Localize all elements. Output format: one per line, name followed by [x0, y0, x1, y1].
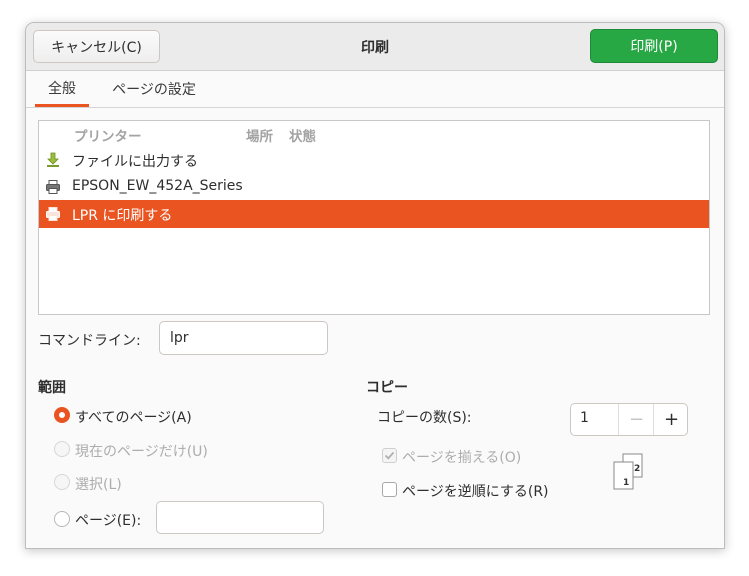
printer-icon	[45, 206, 61, 222]
copies-spinbutton[interactable]: 1 − +	[570, 403, 688, 436]
radio-all-pages[interactable]	[54, 407, 70, 423]
copies-increment-button[interactable]: +	[653, 404, 689, 435]
printer-name: LPR に印刷する	[72, 208, 173, 224]
reverse-checkbox[interactable]	[382, 482, 397, 497]
command-line-input[interactable]: lpr	[159, 321, 328, 355]
radio-pages[interactable]	[54, 511, 70, 527]
tab-general[interactable]: 全般	[35, 71, 89, 107]
header-bar: キャンセル(C) 印刷 印刷(P)	[26, 23, 724, 71]
radio-selection[interactable]	[54, 474, 70, 490]
radio-all-pages-label[interactable]: すべてのページ(A)	[75, 407, 192, 427]
collate-page-2: 2	[634, 464, 640, 474]
printer-row-lpr[interactable]: LPR に印刷する	[39, 200, 709, 228]
command-line-label: コマンドライン:	[38, 333, 141, 349]
radio-current-page-label[interactable]: 現在のページだけ(U)	[75, 441, 208, 461]
print-dialog: キャンセル(C) 印刷 印刷(P) 全般 ページの設定 プリンター 場所 状態	[25, 22, 725, 549]
radio-selection-label[interactable]: 選択(L)	[75, 474, 122, 494]
cancel-button[interactable]: キャンセル(C)	[33, 30, 160, 63]
tab-bar: 全般 ページの設定	[26, 71, 724, 108]
print-button[interactable]: 印刷(P)	[590, 29, 718, 63]
printer-name: ファイルに出力する	[72, 154, 198, 170]
copies-count-label: コピーの数(S):	[377, 410, 472, 426]
check-icon	[384, 451, 395, 460]
radio-pages-label[interactable]: ページ(E):	[75, 510, 141, 530]
printer-list[interactable]: プリンター 場所 状態 ファイルに出力する EPSON_EW_452A_Seri…	[38, 120, 710, 315]
range-title: 範囲	[38, 380, 66, 396]
collate-checkbox[interactable]	[382, 448, 397, 463]
printer-name: EPSON_EW_452A_Series	[72, 178, 243, 194]
tab-page-setup-label: ページの設定	[112, 82, 196, 98]
radio-current-page[interactable]	[54, 441, 70, 457]
reverse-label[interactable]: ページを逆順にする(R)	[402, 481, 549, 501]
column-location[interactable]: 場所	[246, 125, 273, 145]
column-status[interactable]: 状態	[289, 125, 316, 145]
printer-list-header: プリンター 場所 状態	[39, 121, 709, 147]
collate-label[interactable]: ページを揃える(O)	[402, 447, 521, 467]
printer-icon	[45, 179, 61, 195]
pages-input[interactable]	[156, 501, 324, 534]
copies-title: コピー	[366, 380, 408, 396]
dialog-title: 印刷	[361, 39, 389, 56]
copies-count-value[interactable]: 1	[580, 410, 589, 426]
print-button-label: 印刷(P)	[630, 39, 678, 55]
collate-page-1: 1	[623, 478, 629, 488]
printer-row-epson[interactable]: EPSON_EW_452A_Series	[39, 173, 709, 201]
copies-decrement-button[interactable]: −	[618, 404, 654, 435]
collate-preview-icon: 2 1	[613, 453, 643, 490]
printer-row-file[interactable]: ファイルに出力する	[39, 146, 709, 174]
file-download-icon	[45, 152, 61, 168]
tab-page-setup[interactable]: ページの設定	[99, 71, 209, 107]
column-printer[interactable]: プリンター	[74, 125, 142, 145]
cancel-button-label: キャンセル(C)	[51, 39, 142, 56]
tab-general-label: 全般	[48, 80, 76, 97]
